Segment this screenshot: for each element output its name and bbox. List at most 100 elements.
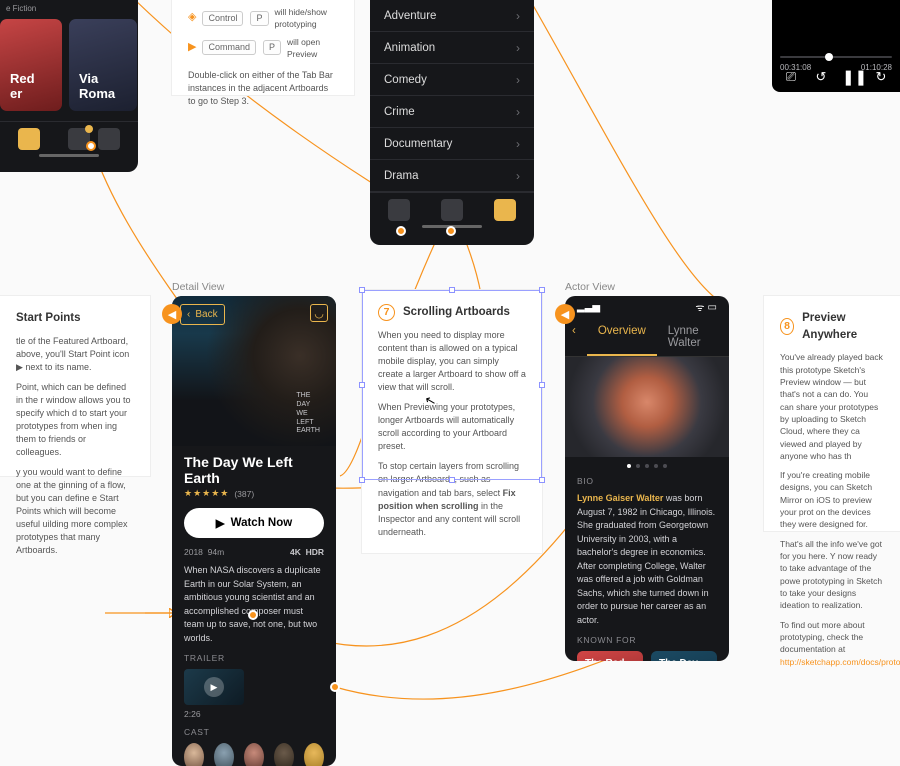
watch-now-button[interactable]: ▶ Watch Now	[184, 508, 324, 538]
genres-tab-icon[interactable]	[494, 199, 516, 221]
shortcuts-card: ◈ Control P will hide/show prototyping ▶…	[172, 0, 354, 95]
movie-plot: When NASA discovers a duplicate Earth in…	[184, 564, 324, 645]
kbd-p: P	[263, 40, 281, 55]
cast-avatar[interactable]	[274, 743, 294, 766]
genres-artboard: Adventure›Animation›Comedy›Crime›Documen…	[370, 0, 534, 245]
genre-label: Crime	[384, 106, 415, 118]
start-point-icon[interactable]: ◀	[162, 304, 182, 324]
genre-label: Comedy	[384, 74, 427, 86]
actor-photo	[565, 357, 729, 457]
home-indicator-icon	[39, 154, 99, 157]
movie-runtime: 94m	[208, 547, 225, 557]
section-known-label: KNOWN FOR	[577, 635, 717, 645]
detail-artboard: ‹Back ◡ THEDAYWELEFTEARTH The Day We Lef…	[172, 296, 336, 766]
tab-actor-name[interactable]: Lynne Walter	[657, 318, 729, 356]
cast-avatar[interactable]	[214, 743, 234, 766]
docs-link[interactable]: http://sketchapp.com/docs/prototyping	[780, 657, 900, 667]
tab-overview[interactable]: Overview	[587, 318, 657, 356]
selection-box	[362, 290, 542, 480]
featured-tab-icon[interactable]	[388, 199, 410, 221]
rating-count: (387)	[234, 489, 254, 499]
watch-label: Watch Now	[231, 517, 293, 529]
tile-title: Red	[10, 71, 35, 86]
genre-label: Adventure	[384, 10, 436, 22]
pause-icon[interactable]: ❚❚	[842, 68, 860, 86]
hotspot-icon[interactable]	[330, 682, 340, 692]
chevron-right-icon: ›	[516, 9, 520, 23]
movie-tile[interactable]: Via Roma	[69, 19, 137, 111]
trailer-thumbnail[interactable]: ▶	[184, 669, 244, 705]
scrubber-icon[interactable]	[825, 53, 833, 61]
start-point-icon[interactable]: ◀	[555, 304, 575, 324]
featured-artboard: e Fiction Reder Via Roma	[0, 0, 138, 172]
genre-row[interactable]: Animation›	[370, 32, 534, 64]
cast-avatar[interactable]	[304, 743, 324, 766]
genre-row[interactable]: Adventure ›	[370, 0, 534, 32]
rewind-icon[interactable]: ↺	[812, 69, 830, 85]
chevron-right-icon: ›	[516, 169, 520, 183]
cursor-icon: ◈	[188, 10, 196, 26]
genre-label: Drama	[384, 170, 419, 182]
chevron-right-icon: ›	[516, 105, 520, 119]
search-tab-icon[interactable]	[98, 128, 120, 150]
play-icon: ▶	[188, 40, 196, 56]
cast-row	[184, 743, 324, 766]
genre-row[interactable]: Drama ›	[370, 160, 534, 192]
badge-hdr: HDR	[306, 547, 324, 557]
cast-avatar[interactable]	[244, 743, 264, 766]
video-player-artboard: 00:31:08 01:10:28 ⎚ ↺ ❚❚ ↻	[772, 0, 900, 92]
card-title: Preview Anywhere	[802, 310, 884, 343]
forward-icon[interactable]: ↻	[872, 69, 890, 85]
star-rating-icon: ★★★★★	[184, 488, 229, 499]
back-label: Back	[195, 309, 217, 320]
cast-avatar[interactable]	[184, 743, 204, 766]
badge-4k: 4K	[290, 547, 301, 557]
category-chip: e Fiction	[0, 0, 138, 19]
known-for-tile[interactable]: The Red River Thriller	[577, 651, 643, 661]
kbd-control: Control	[202, 11, 243, 26]
search-tab-icon[interactable]	[441, 199, 463, 221]
actor-artboard-group: Actor View ◀ ▂▃▅ ᯤ▭ ‹ Overview Lynne Wal…	[565, 296, 729, 661]
chevron-left-icon[interactable]: ‹	[565, 318, 587, 356]
poster-title-overlay: THEDAYWELEFTEARTH	[296, 392, 320, 436]
card-text: That's all the info we've got for you he…	[780, 538, 884, 612]
genre-label: Animation	[384, 42, 435, 54]
hotspot-icon[interactable]	[248, 610, 258, 620]
section-bio-label: BIO	[577, 476, 717, 486]
genre-row[interactable]: Crime ›	[370, 96, 534, 128]
actor-artboard: ▂▃▅ ᯤ▭ ‹ Overview Lynne Walter BIO Lynne…	[565, 296, 729, 661]
card-text: If you're creating mobile designs, you c…	[780, 469, 884, 531]
back-button[interactable]: ‹ Back	[180, 304, 225, 325]
tab-selector[interactable]: ‹ Overview Lynne Walter	[565, 318, 729, 357]
cellular-icon: ▂▃▅	[577, 302, 600, 313]
chevron-left-icon: ‹	[187, 309, 190, 320]
chevron-right-icon: ›	[516, 73, 520, 87]
page-dots	[565, 464, 729, 468]
scrolling-card-group: 7Scrolling Artboards When you need to di…	[362, 290, 542, 553]
play-icon: ▶	[216, 516, 225, 530]
artboard-label: Actor View	[565, 281, 615, 293]
bio-lead: Lynne Gaiser Walter	[577, 493, 663, 503]
genre-row[interactable]: Documentary›	[370, 128, 534, 160]
start-points-card: Start Points tle of the Featured Artboar…	[0, 296, 150, 476]
wifi-icon: ᯤ	[695, 300, 704, 314]
hotspot-icon[interactable]	[86, 141, 96, 151]
hotspot-icon[interactable]	[446, 226, 456, 236]
movie-tile[interactable]: Reder	[0, 19, 62, 111]
kbd-p: P	[250, 11, 268, 26]
genre-row[interactable]: Comedy ›	[370, 64, 534, 96]
actor-bio: Lynne Gaiser Walter was born August 7, 1…	[577, 492, 717, 627]
tab-bar[interactable]	[370, 192, 534, 223]
hotspot-icon[interactable]	[396, 226, 406, 236]
status-bar: ▂▃▅ ᯤ▭	[565, 296, 729, 318]
card-text: You've already played back this prototyp…	[780, 351, 884, 462]
artboard-label: Detail View	[172, 281, 224, 293]
bookmark-icon[interactable]: ◡	[310, 304, 328, 322]
section-trailer-label: TRAILER	[184, 653, 324, 663]
card-text: tle of the Featured Artboard, above, you…	[16, 335, 134, 374]
card-text: To find out more about prototyping, chec…	[780, 619, 884, 668]
known-for-tile[interactable]: The Day We Left Earth Science Fiction	[651, 651, 717, 661]
featured-tab-icon[interactable]	[18, 128, 40, 150]
tab-bar[interactable]	[0, 121, 138, 152]
airplay-icon[interactable]: ⎚	[782, 69, 800, 85]
